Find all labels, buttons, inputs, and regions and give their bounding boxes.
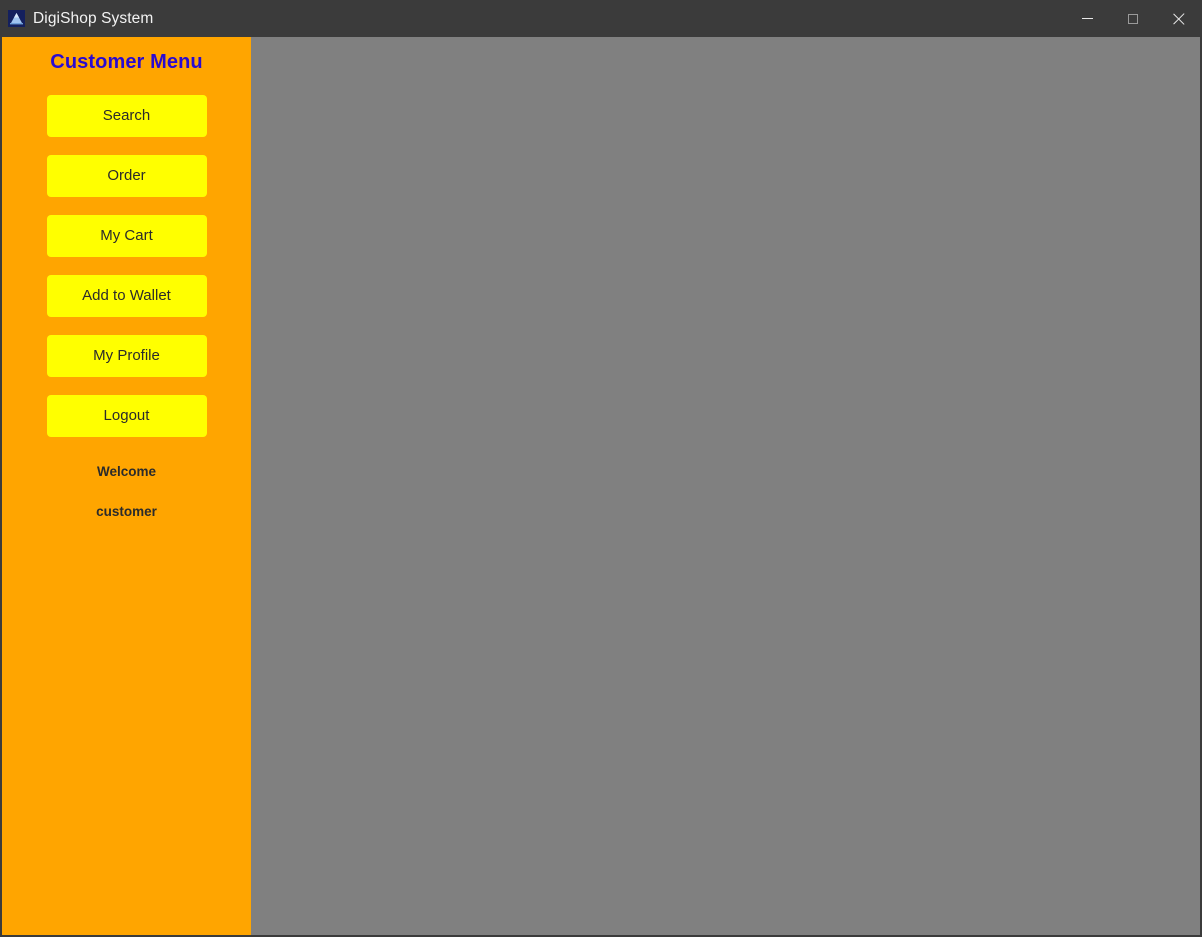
app-mountain-icon: [8, 10, 25, 27]
window-client-area: Customer Menu Search Order My Cart Add t…: [0, 37, 1202, 937]
customer-menu-sidebar: Customer Menu Search Order My Cart Add t…: [2, 37, 251, 935]
sidebar-item-logout[interactable]: Logout: [46, 395, 207, 437]
welcome-username: customer: [96, 504, 157, 519]
sidebar-item-add-to-wallet[interactable]: Add to Wallet: [46, 275, 207, 317]
menu-button-list: Search Order My Cart Add to Wallet My Pr…: [46, 95, 207, 437]
maximize-button[interactable]: [1110, 0, 1156, 37]
welcome-greeting: Welcome: [96, 464, 157, 479]
sidebar-item-my-profile[interactable]: My Profile: [46, 335, 207, 377]
sidebar-item-search[interactable]: Search: [46, 95, 207, 137]
maximize-icon: [1128, 13, 1138, 24]
page-title: Customer Menu: [50, 51, 203, 73]
sidebar-item-my-cart[interactable]: My Cart: [46, 215, 207, 257]
main-content-area: [251, 37, 1200, 935]
title-bar-left: DigiShop System: [0, 10, 153, 28]
minimize-icon: [1081, 18, 1093, 19]
minimize-button[interactable]: [1064, 0, 1110, 37]
close-button[interactable]: [1156, 0, 1202, 37]
close-icon: [1173, 13, 1185, 25]
application-window: DigiShop System Customer Menu Search Ord…: [0, 0, 1202, 937]
sidebar-item-order[interactable]: Order: [46, 155, 207, 197]
window-controls: [1064, 0, 1202, 37]
window-title: DigiShop System: [33, 9, 154, 27]
welcome-block: Welcome customer: [47, 464, 207, 520]
title-bar: DigiShop System: [0, 0, 1202, 37]
